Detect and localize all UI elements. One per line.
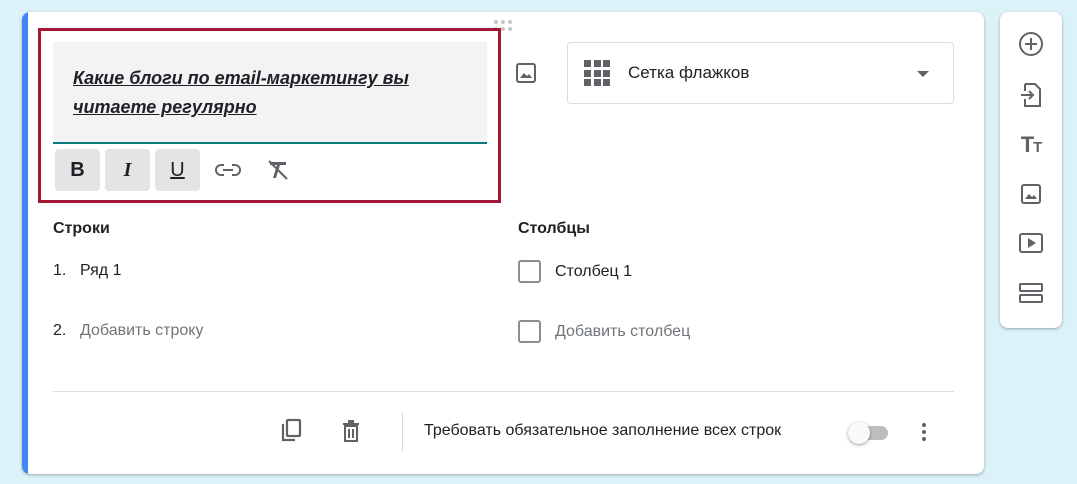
column-item[interactable]: Столбец 1 bbox=[518, 260, 632, 283]
image-icon bbox=[516, 63, 536, 83]
add-row-item[interactable]: 2. Добавить строку bbox=[53, 322, 203, 340]
row-number: 1. bbox=[53, 262, 67, 279]
add-column-item[interactable]: Добавить столбец bbox=[518, 320, 690, 343]
column-label[interactable]: Столбец 1 bbox=[555, 263, 632, 281]
side-toolbar: TT bbox=[1000, 12, 1062, 328]
duplicate-button[interactable] bbox=[276, 416, 306, 446]
card-footer: Требовать обязательное заполнение всех с… bbox=[22, 410, 984, 454]
row-label[interactable]: Ряд 1 bbox=[80, 262, 121, 280]
toggle-thumb bbox=[848, 422, 870, 444]
question-card[interactable]: Какие блоги по email-маркетингу вы читае… bbox=[22, 12, 984, 474]
section-icon bbox=[1019, 283, 1043, 303]
import-questions-button[interactable] bbox=[1016, 80, 1046, 110]
require-toggle[interactable] bbox=[848, 422, 890, 444]
row-number: 2. bbox=[53, 322, 67, 339]
title-text-icon: TT bbox=[1020, 132, 1043, 157]
checkbox-grid-icon bbox=[584, 60, 610, 86]
rows-heading: Строки bbox=[53, 220, 110, 237]
add-column-input[interactable]: Добавить столбец bbox=[555, 323, 690, 341]
trash-icon bbox=[343, 420, 359, 442]
image-icon bbox=[1021, 184, 1041, 204]
add-circle-icon bbox=[1019, 32, 1043, 56]
video-icon bbox=[1019, 233, 1043, 253]
row-item[interactable]: 1. Ряд 1 bbox=[53, 262, 121, 280]
add-video-button[interactable] bbox=[1016, 228, 1046, 258]
add-row-input[interactable]: Добавить строку bbox=[80, 322, 203, 340]
columns-heading: Столбцы bbox=[518, 220, 590, 237]
add-title-button[interactable]: TT bbox=[1016, 130, 1046, 160]
copy-icon bbox=[281, 418, 302, 442]
add-question-button[interactable] bbox=[1016, 29, 1046, 59]
footer-separator bbox=[402, 412, 403, 452]
card-accent-bar bbox=[22, 12, 28, 474]
chevron-down-icon bbox=[917, 71, 929, 77]
more-options-icon[interactable] bbox=[914, 418, 934, 446]
checkbox-icon bbox=[518, 260, 541, 283]
require-all-rows-label: Требовать обязательное заполнение всех с… bbox=[424, 422, 782, 439]
add-section-button[interactable] bbox=[1016, 278, 1046, 308]
import-icon bbox=[1021, 83, 1041, 107]
delete-button[interactable] bbox=[336, 416, 366, 446]
highlight-frame bbox=[38, 28, 501, 203]
question-type-label: Сетка флажков bbox=[628, 63, 750, 82]
footer-divider bbox=[53, 391, 954, 392]
add-image-button[interactable] bbox=[513, 60, 539, 86]
checkbox-icon bbox=[518, 320, 541, 343]
add-image-toolbar-button[interactable] bbox=[1016, 179, 1046, 209]
question-type-select[interactable]: Сетка флажков bbox=[567, 42, 954, 104]
